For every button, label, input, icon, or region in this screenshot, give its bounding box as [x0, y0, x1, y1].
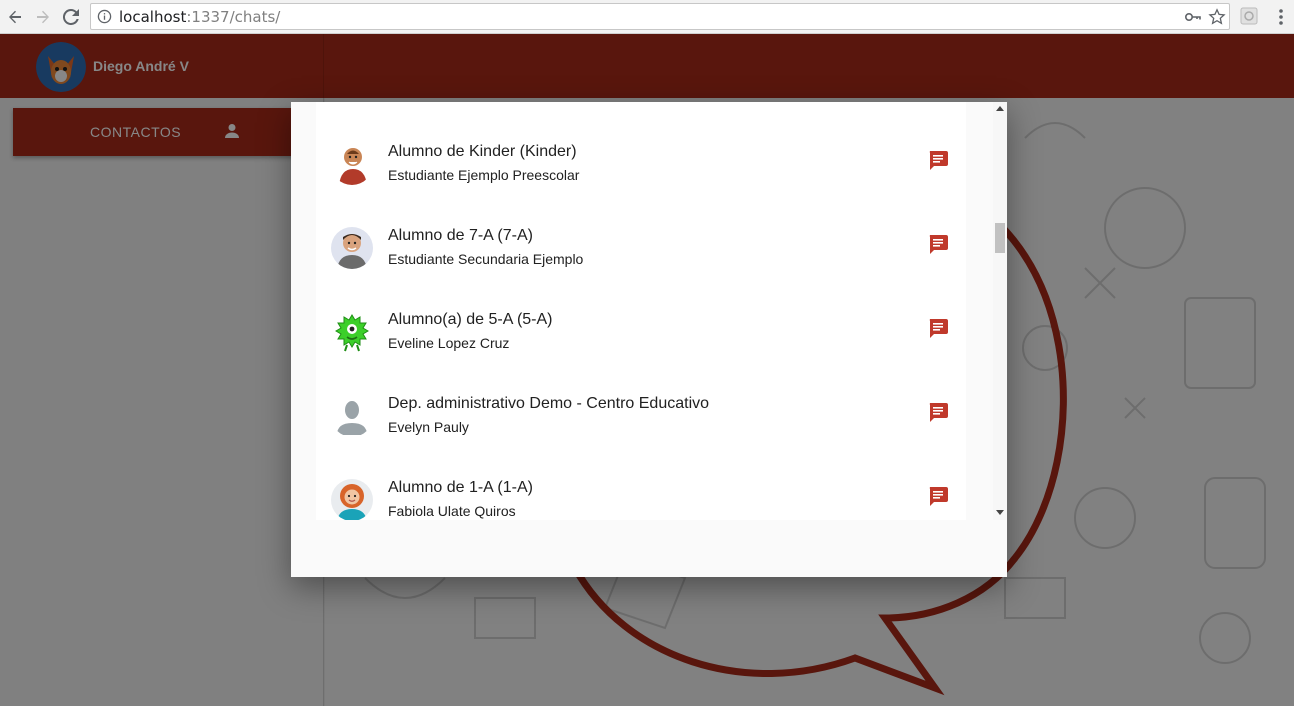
key-icon[interactable] — [1184, 8, 1202, 26]
contact-item[interactable]: Alumno de 1-A (1-A) Fabiola Ulate Quiros — [316, 465, 966, 520]
contact-title: Alumno de Kinder (Kinder) — [388, 143, 577, 160]
contact-subtitle: Fabiola Ulate Quiros — [388, 503, 516, 519]
scroll-up-arrow-icon[interactable] — [996, 106, 1004, 111]
chat-icon[interactable] — [927, 149, 949, 171]
chat-icon[interactable] — [927, 401, 949, 423]
contact-avatar — [331, 395, 373, 437]
address-bar[interactable]: localhost:1337/chats/ — [90, 3, 1230, 30]
contact-avatar — [331, 143, 373, 185]
menu-icon[interactable] — [1274, 7, 1288, 27]
contacts-list: Alumno de Kinder (Kinder) Estudiante Eje… — [316, 102, 966, 520]
contact-subtitle: Estudiante Ejemplo Preescolar — [388, 167, 580, 183]
list-scrollbar[interactable] — [993, 102, 1007, 520]
browser-toolbar: localhost:1337/chats/ — [0, 0, 1294, 34]
chat-icon[interactable] — [927, 233, 949, 255]
info-icon[interactable] — [97, 9, 112, 24]
contact-subtitle: Estudiante Secundaria Ejemplo — [388, 251, 584, 267]
extension-icon[interactable] — [1240, 7, 1258, 25]
contact-title: Alumno de 7-A (7-A) — [388, 227, 533, 244]
chat-icon[interactable] — [927, 317, 949, 339]
scroll-down-arrow-icon[interactable] — [996, 510, 1004, 515]
contact-subtitle: Eveline Lopez Cruz — [388, 335, 510, 351]
contact-title: Alumno(a) de 5-A (5-A) — [388, 311, 553, 328]
contact-avatar — [331, 479, 373, 520]
back-arrow-icon[interactable] — [4, 6, 26, 28]
forward-arrow-icon[interactable] — [32, 6, 54, 28]
contact-title: Alumno de 1-A (1-A) — [388, 479, 533, 496]
scrollbar-thumb[interactable] — [995, 223, 1005, 253]
chat-icon[interactable] — [927, 485, 949, 507]
reload-icon[interactable] — [60, 6, 82, 28]
contact-avatar — [331, 311, 373, 353]
url-text: localhost:1337/chats/ — [119, 8, 281, 26]
contact-subtitle: Evelyn Pauly — [388, 419, 469, 435]
contact-item[interactable]: Dep. administrativo Demo - Centro Educat… — [316, 381, 966, 465]
contact-item[interactable]: Alumno de 7-A (7-A) Estudiante Secundari… — [316, 213, 966, 297]
contact-item[interactable]: Alumno de Kinder (Kinder) Estudiante Eje… — [316, 129, 966, 213]
contact-item[interactable]: Alumno(a) de 5-A (5-A) Eveline Lopez Cru… — [316, 297, 966, 381]
contacts-modal: Alumno de Kinder (Kinder) Estudiante Eje… — [291, 102, 1007, 577]
star-icon[interactable] — [1208, 8, 1226, 26]
contact-title: Dep. administrativo Demo - Centro Educat… — [388, 395, 710, 412]
contact-avatar — [331, 227, 373, 269]
